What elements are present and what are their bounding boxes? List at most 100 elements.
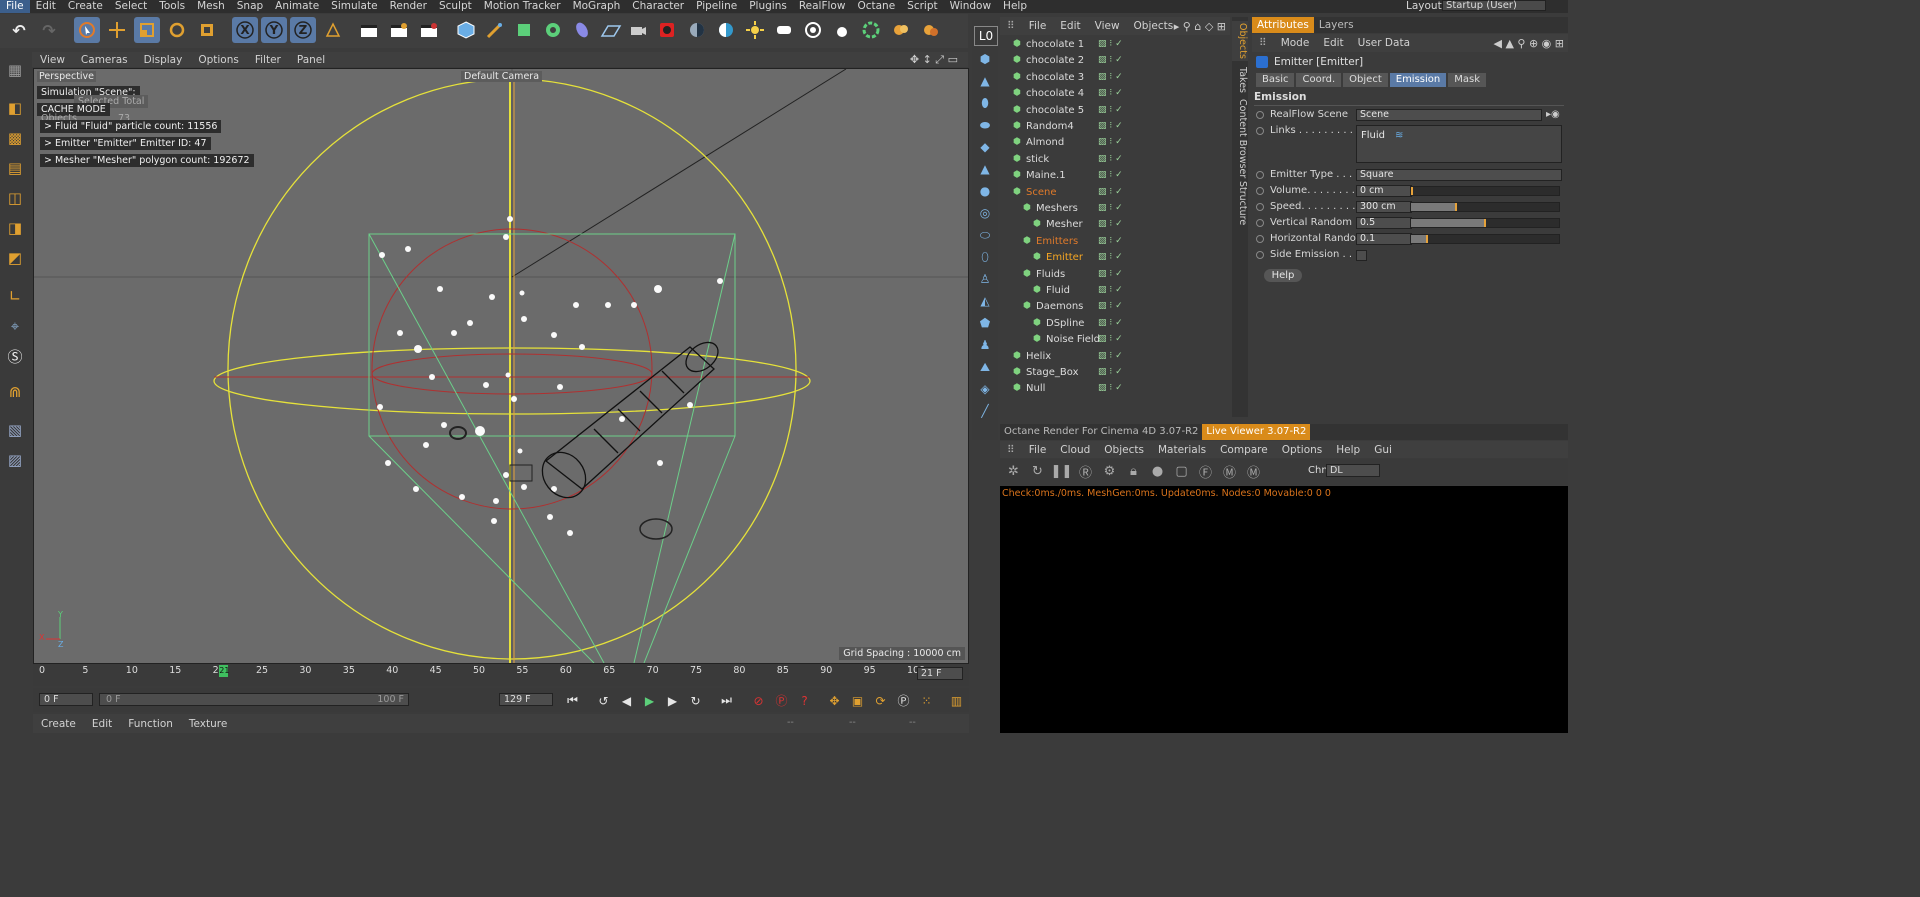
emitter-type-select[interactable]: Square <box>1356 169 1562 181</box>
menu-script[interactable]: Script <box>901 0 943 13</box>
link-arrow-icon[interactable]: ▸◉ <box>1546 109 1560 120</box>
om-menu-objects[interactable]: Objects <box>1127 20 1181 32</box>
focus-picker-icon[interactable]: Ⓕ <box>1196 462 1215 481</box>
live-select-icon[interactable] <box>74 17 100 43</box>
send-scene-icon[interactable]: ✲ <box>1004 462 1023 481</box>
render-settings-gear-icon[interactable]: ⚙ <box>1100 462 1119 481</box>
region-render-icon[interactable]: Ⓡ <box>1076 462 1095 481</box>
realflow-scene-link-field[interactable]: Scene <box>1356 109 1542 121</box>
channel-select[interactable]: DL <box>1326 464 1380 477</box>
lv-menu-help[interactable]: Help <box>1329 444 1367 456</box>
tweak-mode-icon[interactable]: ⌖ <box>3 314 27 338</box>
menu-edit[interactable]: Edit <box>30 0 62 13</box>
undo-icon[interactable]: ↶ <box>6 17 32 43</box>
lv-menu-file[interactable]: File <box>1022 444 1054 456</box>
menu-motion-tracker[interactable]: Motion Tracker <box>478 0 567 13</box>
animate-radio[interactable] <box>1256 219 1264 227</box>
volume-field[interactable]: 0 cm <box>1356 185 1412 197</box>
visibility-toggles[interactable]: ▨ ⁝ ✓ <box>1098 269 1126 281</box>
visibility-toggles[interactable]: ▨ ⁝ ✓ <box>1098 351 1126 363</box>
object-row[interactable]: ⬢ Maine.1 ▨ ⁝ ✓ <box>1000 168 1230 184</box>
viewport-menu-cameras[interactable]: Cameras <box>73 54 136 66</box>
visibility-toggles[interactable]: ▨ ⁝ ✓ <box>1098 137 1126 149</box>
visibility-toggles[interactable]: ▨ ⁝ ✓ <box>1098 285 1126 297</box>
object-row[interactable]: ⬢ Almond ▨ ⁝ ✓ <box>1000 135 1230 151</box>
position-key-icon[interactable]: ✥ <box>825 691 844 710</box>
object-row[interactable]: ⬢ Scene ▨ ⁝ ✓ <box>1000 185 1230 201</box>
cloner-icon[interactable] <box>540 17 566 43</box>
vertical-random-slider[interactable] <box>1410 218 1560 228</box>
material-menu-edit[interactable]: Edit <box>84 718 120 730</box>
oil-tank-icon[interactable]: ♟ <box>974 336 996 354</box>
texture-mode-icon[interactable]: ▩ <box>3 126 27 150</box>
attr-nav-icon[interactable]: ◀ ▲ ⚲ ⊕ ◉ ⊞ <box>1494 37 1565 50</box>
live-viewer-canvas[interactable]: Check:0ms./0ms. MeshGen:0ms. Update0ms. … <box>1000 486 1568 733</box>
animate-radio[interactable] <box>1256 111 1264 119</box>
subtab-object[interactable]: Object <box>1343 73 1388 87</box>
parameter-key-icon[interactable]: Ⓟ <box>894 691 913 710</box>
octane-object-icon[interactable] <box>858 17 884 43</box>
axis-mode-icon[interactable]: ∟ <box>3 284 27 308</box>
object-row[interactable]: ⬢ Mesher ▨ ⁝ ✓ <box>1000 217 1230 233</box>
side-emission-checkbox[interactable] <box>1356 250 1367 261</box>
render-picture-viewer-icon[interactable] <box>386 17 412 43</box>
sphere-icon[interactable]: ● <box>974 182 996 200</box>
tab-live-viewer[interactable]: Live Viewer 3.07-R2 <box>1202 424 1311 440</box>
object-row[interactable]: ⬢ Stage_Box ▨ ⁝ ✓ <box>1000 365 1230 381</box>
edges-mode-icon[interactable]: ◨ <box>3 216 27 240</box>
viewport-menu-view[interactable]: View <box>32 54 73 66</box>
capsule-icon[interactable]: ⬭ <box>974 226 996 244</box>
visibility-toggles[interactable]: ▨ ⁝ ✓ <box>1098 334 1126 346</box>
om-search-icon[interactable]: ▸ ⚲ ⌂ ◇ ⊞ <box>1174 20 1226 33</box>
object-row[interactable]: ⬢ Daemons ▨ ⁝ ✓ <box>1000 299 1230 315</box>
visibility-toggles[interactable]: ▨ ⁝ ✓ <box>1098 88 1126 100</box>
vertical-random-slider-knob[interactable] <box>1484 219 1486 227</box>
workplane-mode-icon[interactable]: ▤ <box>3 156 27 180</box>
current-frame-field[interactable]: 21 F <box>917 667 963 680</box>
attr-menu-edit[interactable]: Edit <box>1316 37 1350 49</box>
visibility-toggles[interactable]: ▨ ⁝ ✓ <box>1098 170 1126 182</box>
subtab-emission[interactable]: Emission <box>1389 73 1447 87</box>
viewport-menu-filter[interactable]: Filter <box>247 54 289 66</box>
object-row[interactable]: ⬢ chocolate 4 ▨ ⁝ ✓ <box>1000 86 1230 102</box>
animate-radio[interactable] <box>1256 235 1264 243</box>
octane-sky-icon[interactable] <box>713 17 739 43</box>
polygons-mode-icon[interactable]: ◩ <box>3 246 27 270</box>
menu-mesh[interactable]: Mesh <box>191 0 231 13</box>
gem-icon[interactable]: ◈ <box>974 380 996 398</box>
tab-attributes[interactable]: Attributes <box>1252 17 1314 33</box>
timeline-ruler[interactable]: 0510152025303540455055606570758085909510… <box>33 664 969 686</box>
camera-icon[interactable] <box>625 17 651 43</box>
rotate-icon[interactable] <box>164 17 190 43</box>
snap-icon[interactable]: ⋒ <box>3 380 27 404</box>
animate-radio[interactable] <box>1256 203 1264 211</box>
viewport-menu-options[interactable]: Options <box>190 54 247 66</box>
tab-layers[interactable]: Layers <box>1314 17 1359 33</box>
ies-light-icon[interactable] <box>829 17 855 43</box>
visibility-toggles[interactable]: ▨ ⁝ ✓ <box>1098 121 1126 133</box>
menu-character[interactable]: Character <box>626 0 690 13</box>
camera-label[interactable]: Default Camera <box>461 71 543 82</box>
go-to-end-icon[interactable]: ⏭ <box>717 691 736 710</box>
auto-keying-icon[interactable]: Ⓟ <box>772 691 791 710</box>
subtab-basic[interactable]: Basic <box>1256 73 1295 87</box>
menu-file[interactable]: File <box>0 0 30 13</box>
volume-slider[interactable] <box>1410 186 1560 196</box>
tab-octane-render[interactable]: Octane Render For Cinema 4D 3.07-R2 <box>1000 424 1202 440</box>
speed-slider[interactable] <box>1410 202 1560 212</box>
menu-snap[interactable]: Snap <box>231 0 269 13</box>
visibility-toggles[interactable]: ▨ ⁝ ✓ <box>1098 252 1126 264</box>
material-ball-icon[interactable]: ● <box>1148 462 1167 481</box>
help-button[interactable]: Help <box>1264 269 1302 282</box>
points-mode-icon[interactable]: ◫ <box>3 186 27 210</box>
floor-icon[interactable] <box>598 17 624 43</box>
torus-icon[interactable]: ◎ <box>974 204 996 222</box>
visibility-toggles[interactable]: ▨ ⁝ ✓ <box>1098 236 1126 248</box>
next-frame-icon[interactable]: ▶ <box>663 691 682 710</box>
y-axis-lock-icon[interactable]: Y <box>261 17 287 43</box>
object-row[interactable]: ⬢ Helix ▨ ⁝ ✓ <box>1000 349 1230 365</box>
next-key-icon[interactable]: ↻ <box>686 691 705 710</box>
z-axis-lock-icon[interactable]: Z <box>290 17 316 43</box>
previous-key-icon[interactable]: ↺ <box>594 691 613 710</box>
object-row[interactable]: ⬢ Random4 ▨ ⁝ ✓ <box>1000 119 1230 135</box>
